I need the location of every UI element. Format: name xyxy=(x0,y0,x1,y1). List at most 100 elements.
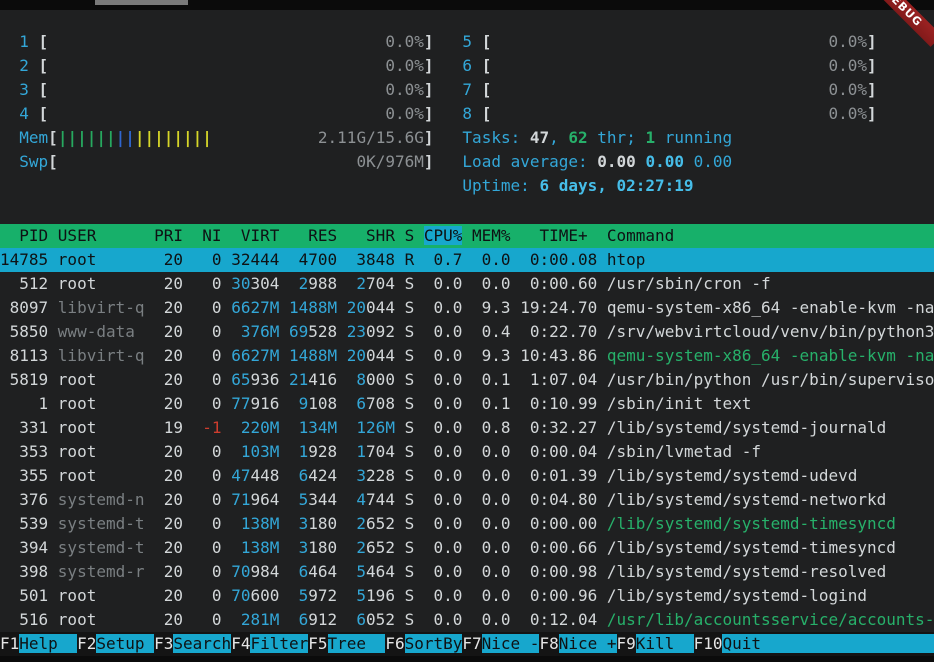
cpu-meter-id: 8 xyxy=(462,104,472,123)
process-shr: 20 xyxy=(347,346,366,365)
process-nice: 0 xyxy=(193,346,232,365)
process-virt: 281M xyxy=(231,610,289,629)
fkey-f10[interactable]: F10 xyxy=(694,634,723,653)
fkey-f2[interactable]: F2 xyxy=(77,634,96,653)
fkey-f4[interactable]: F4 xyxy=(231,634,250,653)
process-row[interactable]: 1 root 20 0 77916 9108 6708 S 0.0 0.1 0:… xyxy=(0,392,934,416)
process-row[interactable]: 501 root 20 0 70600 5972 5196 S 0.0 0.0 … xyxy=(0,584,934,608)
meter-open-bracket: [ xyxy=(39,32,49,51)
process-user: root xyxy=(58,250,154,269)
process-row[interactable]: 14785 root 20 0 32444 4700 3848 R 0.7 0.… xyxy=(0,248,934,272)
fkey-f7[interactable]: F7 xyxy=(462,634,481,653)
process-row[interactable]: 394 systemd-t 20 0 138M 3180 2652 S 0.0 … xyxy=(0,536,934,560)
process-user: www-data xyxy=(58,322,154,341)
column-header-user[interactable]: USER xyxy=(58,226,154,245)
fkey-f3[interactable]: F3 xyxy=(154,634,173,653)
process-time: 0:00.60 xyxy=(520,274,607,293)
process-time: 19:24.70 xyxy=(520,298,607,317)
process-row[interactable]: 8097 libvirt-q 20 0 6627M 1488M 20044 S … xyxy=(0,296,934,320)
process-shr: 6 xyxy=(347,394,366,413)
process-priority: 19 xyxy=(154,418,193,437)
process-row[interactable]: 539 systemd-t 20 0 138M 3180 2652 S 0.0 … xyxy=(0,512,934,536)
process-row[interactable]: 512 root 20 0 30304 2988 2704 S 0.0 0.0 … xyxy=(0,272,934,296)
meter-open-bracket: [ xyxy=(39,104,49,123)
fkey-label-f9[interactable]: Kill xyxy=(636,634,694,653)
process-shr: 3 xyxy=(347,250,366,269)
process-res: 1488M xyxy=(289,346,347,365)
process-nice: 0 xyxy=(193,490,232,509)
meter-open-bracket: [ xyxy=(482,32,492,51)
process-command: /usr/lib/accountsservice/accounts- xyxy=(607,610,934,629)
cpu-meter-value: 0.0% xyxy=(385,104,424,123)
fkey-f5[interactable]: F5 xyxy=(308,634,327,653)
process-nice: 0 xyxy=(193,466,232,485)
column-header-pri[interactable]: PRI xyxy=(154,226,193,245)
column-header-ni[interactable]: NI xyxy=(193,226,232,245)
process-row[interactable]: 353 root 20 0 103M 1928 1704 S 0.0 0.0 0… xyxy=(0,440,934,464)
process-user: libvirt-q xyxy=(58,346,154,365)
meter-close-bracket: ] xyxy=(424,56,434,75)
process-user: systemd-r xyxy=(58,562,154,581)
process-row[interactable]: 516 root 20 0 281M 6912 6052 S 0.0 0.0 0… xyxy=(0,608,934,632)
cpu-meter-value: 0.0% xyxy=(385,32,424,51)
column-header-time[interactable]: TIME+ xyxy=(511,226,588,245)
process-mem: 0.1 xyxy=(472,370,520,389)
meter-open-bracket: [ xyxy=(482,56,492,75)
meter-open-bracket: [ xyxy=(39,56,49,75)
meter-close-bracket: ] xyxy=(867,104,877,123)
process-row[interactable]: 5819 root 20 0 65936 21416 8000 S 0.0 0.… xyxy=(0,368,934,392)
process-row[interactable]: 8113 libvirt-q 20 0 6627M 1488M 20044 S … xyxy=(0,344,934,368)
fkey-f9[interactable]: F9 xyxy=(617,634,636,653)
fkey-f6[interactable]: F6 xyxy=(385,634,404,653)
process-nice: 0 xyxy=(193,514,232,533)
process-nice: 0 xyxy=(193,250,232,269)
fkey-label-f2[interactable]: Setup xyxy=(96,634,154,653)
process-row[interactable]: 376 systemd-n 20 0 71964 5344 4744 S 0.0… xyxy=(0,488,934,512)
process-cpu: 0.0 xyxy=(424,538,472,557)
column-header-res[interactable]: RES xyxy=(289,226,347,245)
load-15min: 0.00 xyxy=(694,152,733,171)
column-header-s[interactable]: S xyxy=(405,226,424,245)
process-mem: 0.0 xyxy=(472,562,520,581)
fkey-label-f3[interactable]: Search xyxy=(173,634,231,653)
column-header-pid[interactable]: PID xyxy=(0,226,58,245)
process-time: 0:00.98 xyxy=(520,562,607,581)
column-header-shr[interactable]: SHR xyxy=(347,226,405,245)
process-cpu: 0.0 xyxy=(424,586,472,605)
load-5min: 0.00 xyxy=(645,152,684,171)
process-priority: 20 xyxy=(154,466,193,485)
column-header-mem[interactable]: MEM% xyxy=(462,226,510,245)
fkey-label-f7[interactable]: Nice - xyxy=(482,634,540,653)
process-shr: 5 xyxy=(347,586,366,605)
column-header-command[interactable]: Command xyxy=(588,226,675,245)
process-nice: 0 xyxy=(193,370,232,389)
process-cpu: 0.0 xyxy=(424,466,472,485)
process-command: htop xyxy=(607,250,646,269)
fkey-label-f6[interactable]: SortBy xyxy=(405,634,463,653)
fkey-label-f8[interactable]: Nice + xyxy=(559,634,617,653)
process-row[interactable]: 398 systemd-r 20 0 70984 6464 5464 S 0.0… xyxy=(0,560,934,584)
process-row[interactable]: 355 root 20 0 47448 6424 3228 S 0.0 0.0 … xyxy=(0,464,934,488)
fkey-label-f5[interactable]: Tree xyxy=(328,634,386,653)
process-row[interactable]: 5850 www-data 20 0 376M 69528 23092 S 0.… xyxy=(0,320,934,344)
fkey-label-f10[interactable]: Quit xyxy=(722,634,780,653)
process-time: 0:22.70 xyxy=(520,322,607,341)
process-pid: 8097 xyxy=(0,298,58,317)
fkey-label-f1[interactable]: Help xyxy=(19,634,77,653)
process-state: S xyxy=(405,274,424,293)
fkey-label-f4[interactable]: Filter xyxy=(250,634,308,653)
browser-tab-fragment[interactable] xyxy=(95,0,188,5)
column-header-cpu-sorted[interactable]: CPU% xyxy=(424,226,463,245)
process-virt: 103M xyxy=(231,442,289,461)
process-row[interactable]: 331 root 19 -1 220M 134M 126M S 0.0 0.8 … xyxy=(0,416,934,440)
screen: 1 [ 0.0%] 5 [ 0.0%] 2 [ 0.0%] 6 [ 0.0%] … xyxy=(0,0,934,662)
process-res: 1 xyxy=(289,442,308,461)
column-header-virt[interactable]: VIRT xyxy=(231,226,289,245)
fkey-f1[interactable]: F1 xyxy=(0,634,19,653)
cpu-meter-id: 2 xyxy=(19,56,29,75)
process-pid: 376 xyxy=(0,490,58,509)
process-nice: -1 xyxy=(193,418,232,437)
fkey-f8[interactable]: F8 xyxy=(539,634,558,653)
process-nice: 0 xyxy=(193,442,232,461)
process-cpu: 0.0 xyxy=(424,394,472,413)
